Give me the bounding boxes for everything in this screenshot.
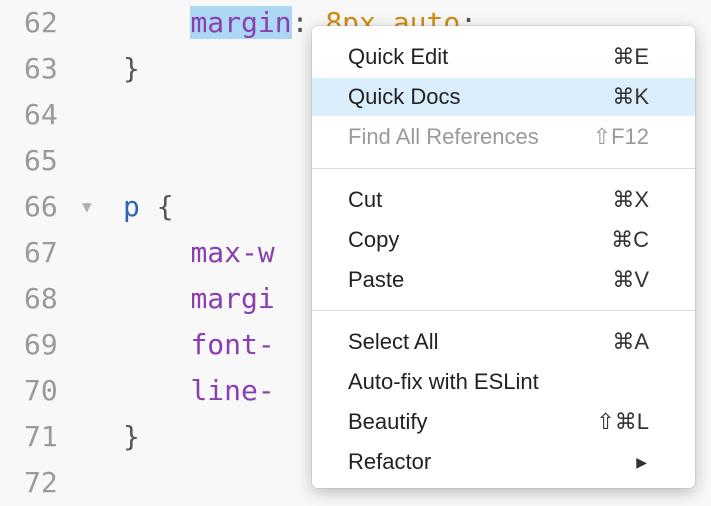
menu-separator xyxy=(312,168,695,169)
menu-item-copy[interactable]: Copy ⌘C xyxy=(312,221,695,259)
code-token: } xyxy=(123,420,140,453)
menu-item-label: Find All References xyxy=(348,124,539,149)
menu-item-label: Copy xyxy=(348,227,400,252)
menu-item-label: Refactor xyxy=(348,449,432,474)
menu-item-auto-fix-eslint[interactable]: Auto-fix with ESLint xyxy=(312,363,695,401)
line-number: 71 xyxy=(24,420,58,453)
selected-token: margin xyxy=(190,6,292,39)
line-number: 69 xyxy=(24,328,58,361)
menu-item-shortcut: ⌘A xyxy=(612,329,649,354)
menu-item-beautify[interactable]: Beautify ⇧⌘L xyxy=(312,403,695,441)
menu-item-find-all-references[interactable]: Find All References ⇧F12 xyxy=(312,118,695,156)
submenu-arrow-icon: ▶ xyxy=(636,454,647,470)
line-number: 64 xyxy=(24,98,58,131)
menu-item-label: Select All xyxy=(348,329,439,354)
menu-item-shortcut: ⌘X xyxy=(612,187,649,212)
menu-item-label: Quick Edit xyxy=(348,44,449,69)
context-menu: Quick Edit ⌘E Quick Docs ⌘K Find All Ref… xyxy=(312,26,695,488)
code-text: margi xyxy=(123,276,275,322)
menu-separator xyxy=(312,310,695,311)
line-number: 62 xyxy=(24,6,58,39)
menu-item-shortcut: ⌘C xyxy=(611,227,649,252)
code-token: max-w xyxy=(190,236,275,269)
menu-item-shortcut: ⇧F12 xyxy=(592,124,649,149)
code-text: max-w xyxy=(123,230,275,276)
code-token: p xyxy=(123,190,140,223)
menu-item-cut[interactable]: Cut ⌘X xyxy=(312,181,695,219)
menu-item-select-all[interactable]: Select All ⌘A xyxy=(312,323,695,361)
menu-item-refactor[interactable]: Refactor ▶ xyxy=(312,443,695,481)
code-text: line- xyxy=(123,368,275,414)
line-number: 68 xyxy=(24,282,58,315)
code-token: margi xyxy=(190,282,275,315)
menu-item-shortcut: ⇧⌘L xyxy=(596,409,649,434)
line-number: 72 xyxy=(24,466,58,499)
menu-item-quick-edit[interactable]: Quick Edit ⌘E xyxy=(312,38,695,76)
menu-item-label: Quick Docs xyxy=(348,84,461,109)
code-text: p { xyxy=(123,184,174,230)
menu-item-label: Beautify xyxy=(348,409,428,434)
menu-item-paste[interactable]: Paste ⌘V xyxy=(312,261,695,299)
line-number: 70 xyxy=(24,374,58,407)
menu-item-label: Paste xyxy=(348,267,405,292)
code-token: font- xyxy=(190,328,275,361)
code-text: font- xyxy=(123,322,275,368)
code-token: { xyxy=(139,190,174,223)
line-number: 63 xyxy=(24,52,58,85)
menu-item-shortcut: ⌘K xyxy=(612,84,649,109)
menu-item-label: Cut xyxy=(348,187,383,212)
menu-item-shortcut: ⌘V xyxy=(612,267,649,292)
code-token: } xyxy=(123,52,140,85)
line-number: 67 xyxy=(24,236,58,269)
fold-arrow-icon[interactable]: ▼ xyxy=(82,184,92,230)
menu-item-label: Auto-fix with ESLint xyxy=(348,369,539,394)
code-token: line- xyxy=(190,374,275,407)
menu-item-shortcut: ⌘E xyxy=(612,44,649,69)
code-text: } xyxy=(123,46,140,92)
menu-item-quick-docs[interactable]: Quick Docs ⌘K xyxy=(312,78,695,116)
line-number: 66 xyxy=(24,190,58,223)
line-number: 65 xyxy=(24,144,58,177)
code-text: } xyxy=(123,414,140,460)
